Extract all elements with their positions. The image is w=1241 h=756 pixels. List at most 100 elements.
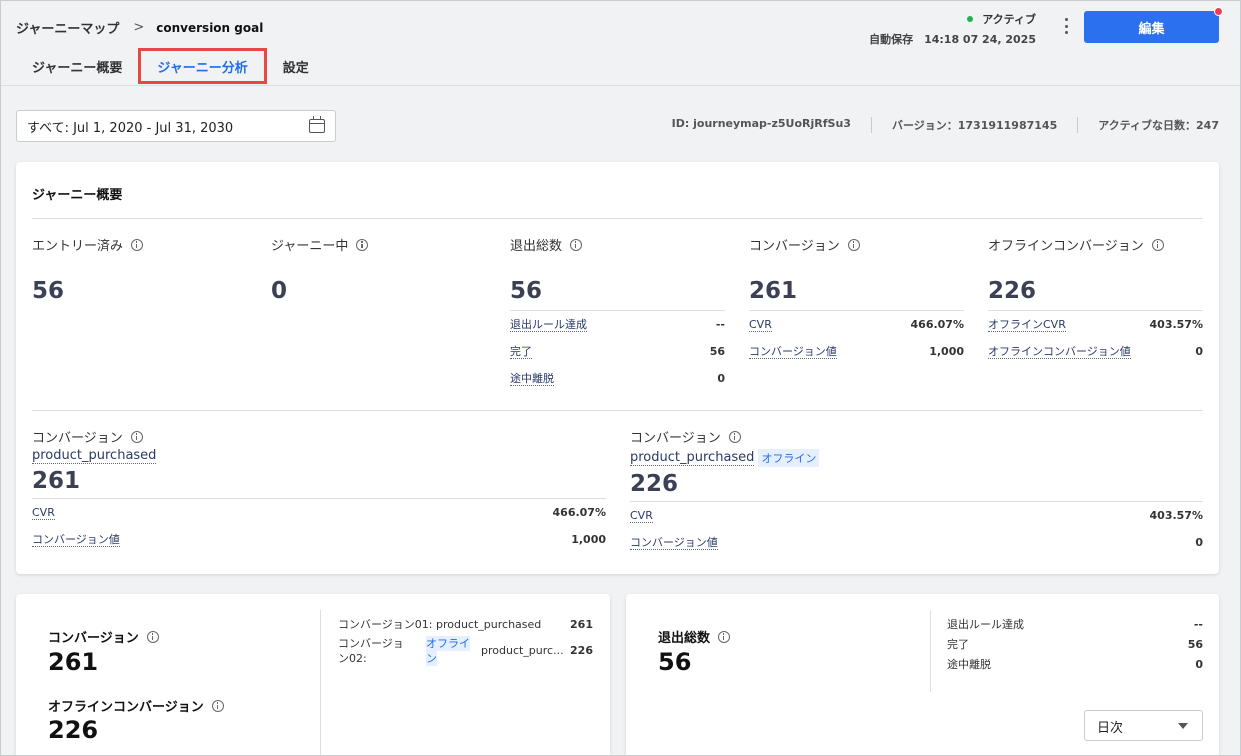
- offline-conversion-value: 226: [48, 716, 99, 744]
- list-item: CVR 403.57%: [630, 502, 1203, 529]
- tab-bar: ジャーニー概要 ジャーニー分析 設定: [16, 48, 325, 86]
- notification-dot-icon: [1214, 7, 1223, 16]
- breadcrumb-root[interactable]: ジャーニーマップ: [16, 18, 119, 37]
- conversion-value: 261: [48, 648, 99, 676]
- edit-button[interactable]: 編集: [1084, 7, 1223, 43]
- breakdown-label[interactable]: CVR: [749, 318, 772, 332]
- breadcrumb-separator: >: [133, 20, 145, 35]
- breakdown-label[interactable]: CVR: [32, 506, 55, 520]
- exits-summary-card: 退出総数 56 退出ルール達成 -- 完了 56 途中離脱 0 日次: [626, 594, 1219, 756]
- breakdown-label[interactable]: オフラインコンバージョン値: [988, 345, 1131, 359]
- info-icon[interactable]: [356, 238, 369, 251]
- metric-label: コンバージョン: [749, 239, 840, 254]
- divider: [930, 610, 931, 692]
- info-icon[interactable]: [1151, 238, 1164, 251]
- exit-item-value: --: [1193, 617, 1203, 631]
- exits-list: 退出ルール達成 -- 完了 56 途中離脱 0: [947, 614, 1203, 674]
- metric-value: 56: [32, 278, 65, 304]
- breakdown-label[interactable]: オフラインCVR: [988, 318, 1066, 332]
- divider: [32, 218, 1203, 219]
- list-item: 途中離脱 0: [510, 365, 725, 392]
- calendar-icon: [309, 116, 325, 133]
- breakdown-value: 403.57%: [1149, 318, 1203, 331]
- more-options-icon[interactable]: [1060, 16, 1072, 36]
- list-item: 退出ルール達成 --: [947, 614, 1203, 634]
- card-title: ジャーニー概要: [32, 188, 123, 203]
- info-icon[interactable]: [211, 699, 224, 712]
- journey-overview-card: ジャーニー概要 エントリー済み 56 ジャーニー中 0 退出総数 56 退出ルー…: [16, 162, 1219, 574]
- info-icon[interactable]: [718, 630, 731, 643]
- list-item: オフラインCVR 403.57%: [988, 311, 1203, 338]
- conversion-item-label: コンバージョ ン02:: [338, 636, 426, 666]
- exit-item-label: 完了: [947, 638, 969, 651]
- metric-value: 56: [510, 278, 543, 304]
- active-days: アクティブな日数：247: [1077, 117, 1219, 133]
- exit-item-value: 56: [1187, 637, 1203, 651]
- metric-in-journey: ジャーニー中 0: [271, 235, 369, 304]
- list-item: コンバージョ ン02: オフライン product_purc... 226: [338, 636, 593, 666]
- breakdown-value: 56: [709, 345, 725, 358]
- metric-value: 226: [988, 278, 1037, 304]
- conversion-summary-card: コンバージョン 261 オフラインコンバージョン 226 コンバージョン01: …: [16, 594, 610, 756]
- offline-tag: オフライン: [426, 636, 481, 666]
- offline-conversion-label: オフラインコンバージョン: [48, 700, 204, 715]
- info-icon[interactable]: [130, 430, 143, 443]
- exits-breakdown: 退出ルール達成 -- 完了 56 途中離脱 0: [510, 310, 725, 392]
- journey-meta: ID: journeymap-z5UoRjRfSu3 バージョン：1731911…: [672, 117, 1219, 133]
- list-item: CVR 466.07%: [749, 311, 964, 338]
- info-icon[interactable]: [146, 630, 159, 643]
- conversion-item-name: product_purc...: [481, 644, 564, 657]
- offline-tag: オフライン: [758, 449, 820, 467]
- list-item: コンバージョン01: product_purchased 261: [338, 614, 593, 634]
- info-icon[interactable]: [728, 430, 741, 443]
- breakdown-label[interactable]: コンバージョン値: [630, 536, 718, 550]
- metric-label: コンバージョン: [630, 431, 721, 446]
- info-icon[interactable]: [847, 238, 860, 251]
- date-range-text: すべて: Jul 1, 2020 - Jul 31, 2030: [27, 120, 234, 136]
- date-range-filter[interactable]: すべて: Jul 1, 2020 - Jul 31, 2030: [16, 110, 336, 142]
- divider: [32, 410, 1203, 411]
- conversion-breakdown: CVR 466.07% コンバージョン値 1,000: [749, 310, 964, 365]
- metric-value: 226: [630, 471, 679, 497]
- exit-item-label: 途中離脱: [947, 658, 991, 671]
- metric-exits: 退出総数 56: [510, 235, 583, 304]
- list-item: 退出ルール達成 --: [510, 311, 725, 338]
- breakdown-value: 0: [717, 372, 725, 385]
- status-area: アクティブ 自動保存 14:18 07 24, 2025: [869, 11, 1036, 47]
- metric-offline-conversion: オフラインコンバージョン 226: [988, 235, 1164, 304]
- conversion-goal-breakdown: CVR 466.07% コンバージョン値 1,000: [32, 498, 606, 553]
- tab-journey-overview[interactable]: ジャーニー概要: [16, 48, 138, 86]
- tag-line: ン: [426, 651, 437, 666]
- breakdown-label[interactable]: 途中離脱: [510, 372, 554, 386]
- list-item: 途中離脱 0: [947, 654, 1203, 674]
- info-icon[interactable]: [131, 238, 144, 251]
- breakdown-label[interactable]: コンバージョン値: [32, 533, 120, 547]
- breakdown-value: 466.07%: [552, 506, 606, 519]
- metric-value: 0: [271, 278, 288, 304]
- list-item: 完了 56: [510, 338, 725, 365]
- metric-entered: エントリー済み 56: [32, 235, 144, 304]
- breakdown-label[interactable]: 完了: [510, 345, 532, 359]
- list-item: 完了 56: [947, 634, 1203, 654]
- list-item: コンバージョン値 1,000: [32, 526, 606, 553]
- breakdown-value: 0: [1195, 345, 1203, 358]
- info-icon[interactable]: [570, 238, 583, 251]
- conversion-goal-breakdown: CVR 403.57% コンバージョン値 0: [630, 501, 1203, 556]
- conversion-list: コンバージョン01: product_purchased 261 コンバージョ ン0…: [338, 614, 593, 666]
- tab-settings[interactable]: 設定: [267, 48, 325, 86]
- journey-id: ID: journeymap-z5UoRjRfSu3: [671, 117, 851, 130]
- breakdown-label[interactable]: CVR: [630, 509, 653, 523]
- conversion-name[interactable]: product_purchased: [630, 450, 755, 466]
- conversion-name[interactable]: product_purchased: [32, 449, 157, 464]
- metric-label: ジャーニー中: [271, 239, 349, 254]
- conversion-goal-online: コンバージョン product_purchased 261 CVR 466.07%…: [32, 427, 606, 553]
- breakdown-label[interactable]: 退出ルール達成: [510, 318, 587, 332]
- select-value: 日次: [1097, 721, 1124, 736]
- label-line: ン02:: [338, 652, 367, 665]
- chevron-down-icon: [1178, 723, 1188, 729]
- metric-value: 261: [749, 278, 798, 304]
- interval-select[interactable]: 日次: [1084, 710, 1203, 741]
- tab-journey-analysis[interactable]: ジャーニー分析: [138, 48, 267, 84]
- breakdown-value: 466.07%: [910, 318, 964, 331]
- breakdown-label[interactable]: コンバージョン値: [749, 345, 837, 359]
